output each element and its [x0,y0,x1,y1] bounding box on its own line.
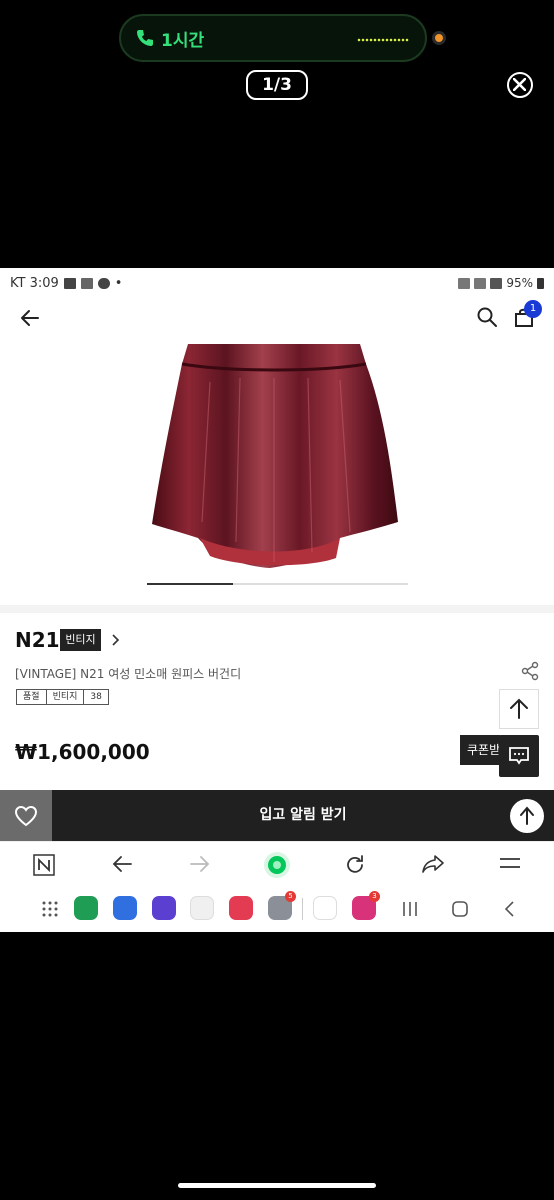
arrow-up-icon [510,698,528,719]
home-icon[interactable] [451,900,469,918]
close-icon [513,78,526,91]
chevron-right-icon[interactable] [110,634,120,646]
phone-icon [137,30,153,46]
cloud-notification-icon [97,278,110,289]
chip-vintage: 빈티지 [45,689,85,705]
call-notification-icon [80,278,93,289]
call-status-pill[interactable]: 1시간 [119,14,427,62]
app-badge: 3 [369,891,380,902]
messages-app-icon[interactable] [113,896,137,920]
hd-call-icon [474,277,487,289]
product-chips: 품절 빈티지 38 [16,689,109,705]
gallery-notification-icon [63,278,76,289]
audio-wave-indicator [357,38,409,42]
menu-icon[interactable] [499,854,521,872]
naver-home-icon[interactable] [33,854,55,876]
section-divider [0,605,554,613]
wifi-icon [458,277,471,289]
scroll-top-circle-button[interactable] [510,799,544,833]
app-drawer-icon[interactable] [41,900,59,918]
recent-apps-icon[interactable] [401,900,419,918]
screenshot-viewer: { "overlay": { "call_duration": "1시간", "… [0,0,554,1200]
arrow-up-icon [520,806,534,825]
browser-toolbar [0,841,554,886]
refresh-icon[interactable] [344,854,366,876]
close-button[interactable] [507,72,533,98]
chat-button[interactable] [499,735,539,777]
cart-count-badge: 1 [524,300,542,318]
wishlist-button[interactable] [0,790,52,841]
brand-tag: 빈티지 [60,629,101,651]
signal-icon [490,277,503,289]
battery-icon [537,277,544,289]
carrot-app-icon[interactable] [313,896,337,920]
chat-icon [509,747,529,765]
browser-forward-icon[interactable] [189,854,211,874]
product-image-skirt[interactable] [140,342,408,570]
system-nav-bar: 53 [0,886,554,932]
recording-indicator [432,31,446,45]
scroll-top-button[interactable] [499,689,539,729]
internet-app-icon[interactable] [152,896,176,920]
page-indicator: 1/3 [246,70,308,100]
home-indicator[interactable] [178,1183,376,1188]
purchase-bar: 입고 알림 받기 [0,790,554,841]
browser-share-icon[interactable] [421,854,445,874]
call-duration: 1시간 [161,30,205,51]
back-arrow-icon[interactable] [20,308,40,328]
phone-app-icon[interactable] [74,896,98,920]
coupon-button[interactable]: 쿠폰받 [460,735,500,765]
gallery-progress-fill [147,583,234,585]
carrier-time: KT 3:09 [10,276,59,291]
play-store-icon[interactable] [190,896,214,920]
product-price: ₩1,600,000 [15,740,150,764]
nav-separator [302,898,303,920]
product-title: [VINTAGE] N21 여성 민소매 원피스 버건디 [15,667,242,681]
brand-name[interactable]: N21 [15,628,60,652]
captured-screen: KT 3:09 • 95% 1 N21 빈티지 [VINTAGE] N21 여성… [0,268,554,932]
more-notifications-dot: • [114,276,123,291]
naver-green-dot-icon[interactable] [263,851,291,879]
gallery-progress [147,583,408,585]
share-icon[interactable] [520,661,540,681]
chip-size: 38 [83,689,109,705]
app-badge: 5 [285,891,296,902]
nav-back-icon[interactable] [502,900,516,918]
chip-soldout: 품절 [16,689,47,705]
restock-notify-button[interactable]: 입고 알림 받기 [52,790,554,841]
status-bar: KT 3:09 • 95% [0,268,554,298]
heart-icon [14,805,38,827]
search-icon[interactable] [476,306,498,328]
browser-back-icon[interactable] [111,854,133,874]
battery-level: 95% [506,276,533,290]
app-header: 1 [0,298,554,338]
camera-app-icon[interactable] [229,896,253,920]
